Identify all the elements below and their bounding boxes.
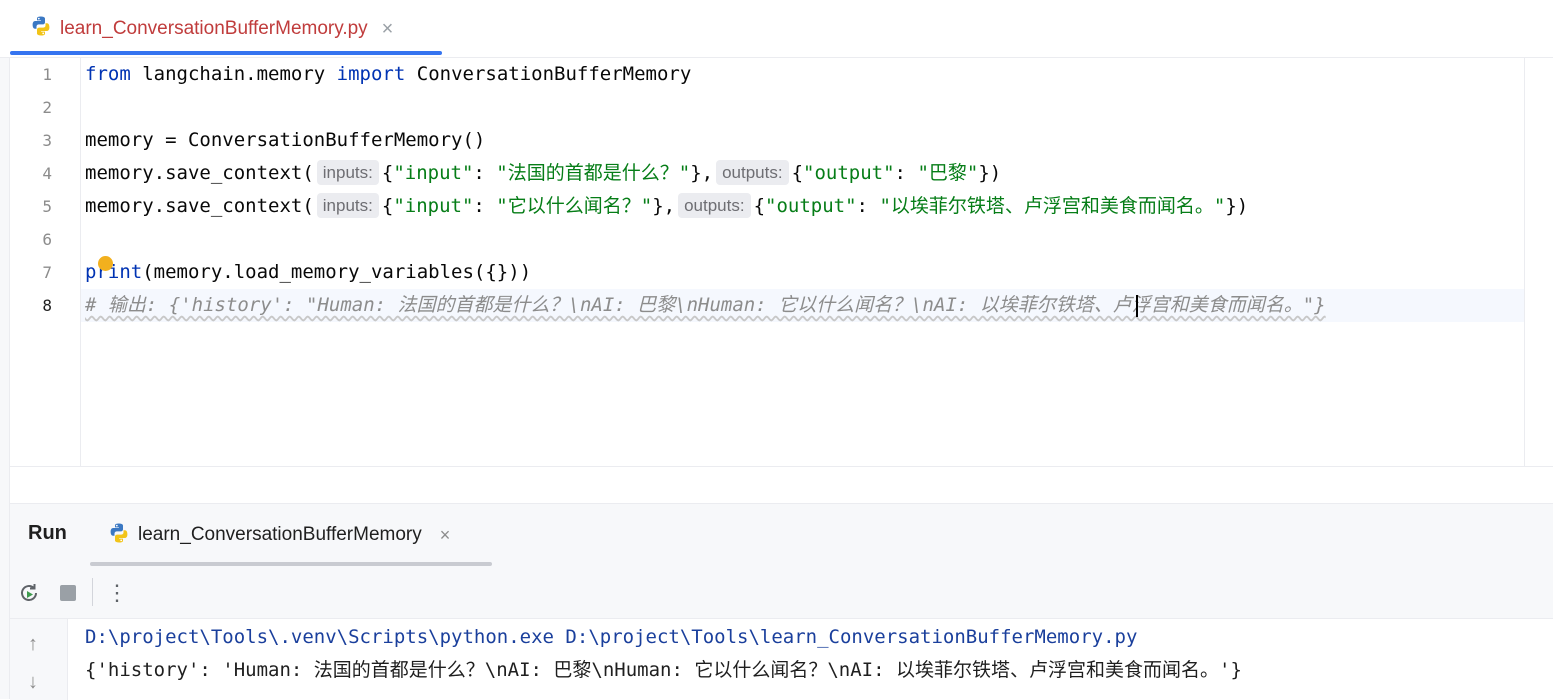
code-text: : — [856, 195, 880, 217]
code-text: memory.save_context( — [85, 195, 314, 217]
code-line-3[interactable]: memory = ConversationBufferMemory() — [85, 124, 485, 157]
code-line-4[interactable]: memory.save_context(inputs: {"input": "法国… — [85, 157, 1001, 190]
close-tab-icon[interactable]: × — [382, 19, 394, 39]
string-literal: "巴黎" — [917, 162, 979, 184]
code-text: : — [894, 162, 918, 184]
close-run-tab-icon[interactable]: × — [440, 525, 451, 546]
lightbulb-icon[interactable] — [98, 256, 113, 271]
line-number: 2 — [42, 98, 52, 117]
code-text: memory.save_context( — [85, 162, 314, 184]
active-tab-indicator — [10, 51, 442, 55]
string-literal: "以埃菲尔铁塔、卢浮宫和美食而闻名。" — [879, 195, 1226, 217]
editor-tab-bar: learn_ConversationBufferMemory.py × — [0, 0, 1553, 58]
line-number: 3 — [42, 131, 52, 150]
code-text: : — [473, 162, 497, 184]
text-caret — [1136, 295, 1138, 317]
parameter-hint: inputs: — [316, 193, 379, 218]
string-literal: "output" — [803, 162, 895, 184]
run-tab-label: learn_ConversationBufferMemory — [138, 524, 422, 545]
console-output[interactable]: D:\project\Tools\.venv\Scripts\python.ex… — [68, 619, 1553, 700]
run-panel-title: Run — [28, 522, 67, 544]
code-text: { — [381, 162, 394, 184]
code-text: }) — [1225, 195, 1249, 217]
more-options-button[interactable]: ⋮ — [102, 578, 132, 608]
code-line-8[interactable]: # 输出: {'history': "Human: 法国的首都是什么？\nAI:… — [85, 289, 1326, 322]
code-text: }, — [652, 195, 676, 217]
toolbar-separator — [92, 578, 93, 606]
code-text: { — [791, 162, 804, 184]
line-number: 7 — [42, 263, 52, 282]
rerun-button[interactable] — [14, 578, 44, 608]
scroll-up-icon[interactable]: ↑ — [28, 633, 38, 656]
python-icon — [108, 522, 130, 549]
line-number-gutter: 1 2 3 4 5 6 7 8 — [10, 58, 81, 466]
stop-button[interactable] — [53, 578, 83, 608]
string-literal: "input" — [393, 195, 474, 217]
string-literal: "法国的首都是什么？" — [496, 162, 691, 184]
left-tool-strip — [0, 0, 10, 699]
code-text: { — [753, 195, 766, 217]
editor-tab-label: learn_ConversationBufferMemory.py — [60, 17, 368, 39]
code-text: (memory.load_memory_variables({})) — [142, 261, 532, 283]
run-tab-learn-conversationbuffermemory[interactable]: learn_ConversationBufferMemory × — [90, 504, 492, 566]
module-name: langchain.memory — [130, 63, 337, 85]
line-number: 6 — [42, 230, 52, 249]
run-tool-window: Run learn_ConversationBufferMemory × ⋮ ↑… — [10, 503, 1553, 700]
string-literal: "它以什么闻名？" — [496, 195, 653, 217]
stop-icon — [60, 585, 76, 601]
class-name: ConversationBufferMemory — [405, 63, 692, 85]
rerun-icon — [21, 584, 37, 601]
editor-right-strip — [1524, 58, 1553, 466]
line-number: 4 — [42, 164, 52, 183]
keyword: import — [336, 63, 406, 85]
code-text: { — [381, 195, 394, 217]
code-line-7[interactable]: print(memory.load_memory_variables({})) — [85, 256, 531, 289]
code-editor[interactable]: from langchain.memory import Conversatio… — [81, 58, 1524, 466]
scroll-down-icon[interactable]: ↓ — [28, 671, 38, 694]
string-literal: "output" — [765, 195, 857, 217]
parameter-hint: inputs: — [316, 160, 379, 185]
code-line-1[interactable]: from langchain.memory import Conversatio… — [85, 58, 691, 91]
parameter-hint: outputs: — [678, 193, 751, 218]
run-toolbar: ⋮ — [10, 566, 1553, 619]
string-literal: "input" — [393, 162, 474, 184]
console-command-line: D:\project\Tools\.venv\Scripts\python.ex… — [85, 626, 1138, 648]
parameter-hint: outputs: — [716, 160, 789, 185]
keyword: from — [85, 63, 131, 85]
line-number: 1 — [42, 65, 52, 84]
code-line-5[interactable]: memory.save_context(inputs: {"input": "它以… — [85, 190, 1248, 223]
console-scroll-controls: ↑ ↓ — [10, 619, 68, 700]
editor-divider — [10, 466, 1553, 467]
builtin-function: print — [85, 261, 143, 283]
code-text: }, — [690, 162, 714, 184]
code-text: }) — [978, 162, 1002, 184]
python-icon — [30, 15, 52, 42]
line-number: 5 — [42, 197, 52, 216]
console-output-line: {'history': 'Human: 法国的首都是什么？\nAI: 巴黎\nH… — [85, 659, 1242, 681]
editor-tab-learn-conversationbuffermemory[interactable]: learn_ConversationBufferMemory.py × — [10, 0, 442, 57]
code-text: : — [473, 195, 497, 217]
code-comment: # 输出: {'history': "Human: 法国的首都是什么？\nAI:… — [85, 294, 1326, 316]
line-number-active: 8 — [42, 296, 52, 315]
